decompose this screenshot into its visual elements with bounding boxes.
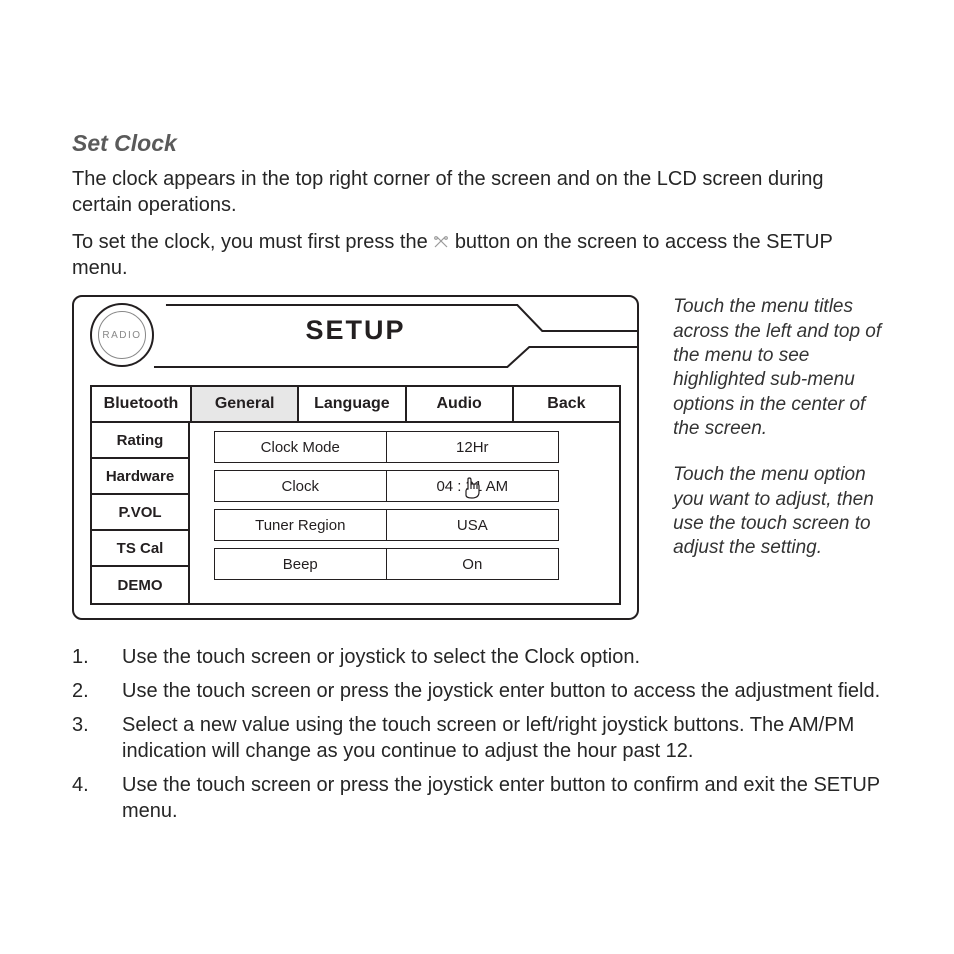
step-4: 4.Use the touch screen or press the joys… xyxy=(72,772,882,824)
side-tabs: Rating Hardware P.VOL TS Cal DEMO xyxy=(90,423,190,605)
top-tab-language[interactable]: Language xyxy=(299,387,406,421)
options-panel: Clock Mode 12Hr Clock 04 : 31 AM Tuner R… xyxy=(190,423,621,605)
intro-p2: To set the clock, you must first press t… xyxy=(72,230,882,281)
option-beep[interactable]: Beep On xyxy=(214,548,559,580)
touch-cursor-icon xyxy=(462,477,482,499)
side-tab-hardware[interactable]: Hardware xyxy=(92,459,188,495)
side-notes: Touch the menu titles across the left an… xyxy=(673,295,882,620)
intro-p1: The clock appears in the top right corne… xyxy=(72,167,882,218)
top-tab-back[interactable]: Back xyxy=(514,387,619,421)
top-tab-audio[interactable]: Audio xyxy=(407,387,514,421)
setup-tools-icon xyxy=(433,231,449,245)
steps-list: 1.Use the touch screen or joystick to se… xyxy=(72,644,882,824)
section-heading: Set Clock xyxy=(72,130,882,157)
note-2: Touch the menu option you want to adjust… xyxy=(673,463,882,560)
side-tab-demo[interactable]: DEMO xyxy=(92,567,188,603)
side-tab-tscal[interactable]: TS Cal xyxy=(92,531,188,567)
step-3: 3.Select a new value using the touch scr… xyxy=(72,712,882,764)
note-1: Touch the menu titles across the left an… xyxy=(673,295,882,441)
option-clock-mode[interactable]: Clock Mode 12Hr xyxy=(214,431,559,463)
option-clock[interactable]: Clock 04 : 31 AM xyxy=(214,470,559,502)
step-1: 1.Use the touch screen or joystick to se… xyxy=(72,644,882,670)
top-tab-general[interactable]: General xyxy=(192,387,299,421)
device-setup-screen: RADIO SETUP Bluetooth General Language A… xyxy=(72,295,639,620)
side-tab-bluetooth[interactable]: Bluetooth xyxy=(92,387,192,421)
tabs-row: Bluetooth General Language Audio Back xyxy=(90,385,621,423)
step-2: 2.Use the touch screen or press the joys… xyxy=(72,678,882,704)
side-tab-rating[interactable]: Rating xyxy=(92,423,188,459)
side-tab-pvol[interactable]: P.VOL xyxy=(92,495,188,531)
option-tuner-region[interactable]: Tuner Region USA xyxy=(214,509,559,541)
screen-title: SETUP xyxy=(74,315,637,346)
intro-text: The clock appears in the top right corne… xyxy=(72,167,882,281)
